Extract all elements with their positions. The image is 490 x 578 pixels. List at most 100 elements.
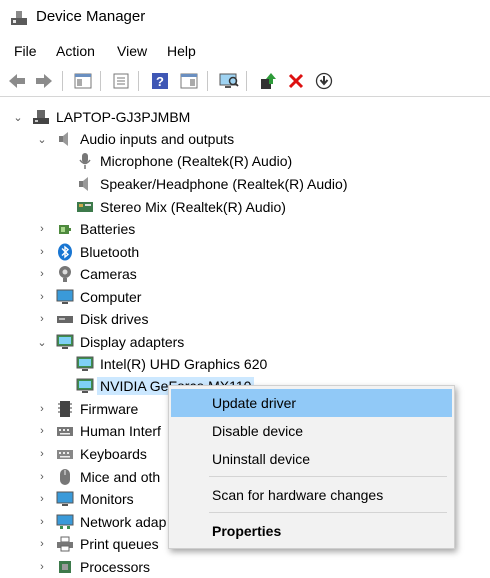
- tree-label: Print queues: [80, 536, 159, 552]
- uninstall-device-menu-item[interactable]: Uninstall device: [171, 445, 452, 473]
- toolbar: ?: [0, 66, 490, 97]
- tree-label: Batteries: [80, 221, 136, 237]
- expand-icon[interactable]: ›: [36, 403, 48, 415]
- tree-category-print-queues[interactable]: › Print queues: [36, 533, 159, 555]
- tree-device-stereo-mix[interactable]: Stereo Mix (Realtek(R) Audio): [76, 196, 286, 218]
- tree-category-human-interface[interactable]: › Human Interf: [36, 420, 161, 442]
- firmware-chip-icon: [56, 400, 74, 418]
- window-title: Device Manager: [36, 8, 146, 25]
- tree-label: Human Interf: [80, 423, 161, 439]
- tree-category-display-adapters[interactable]: ⌄ Display adapters: [36, 331, 184, 353]
- expand-icon[interactable]: ›: [36, 246, 48, 258]
- tree-category-audio[interactable]: ⌄ Audio inputs and outputs: [36, 128, 234, 150]
- display-adapter-icon: [56, 333, 74, 351]
- context-menu: Update driver Disable device Uninstall d…: [168, 385, 455, 549]
- expand-icon[interactable]: ›: [36, 493, 48, 505]
- expand-icon[interactable]: ›: [36, 223, 48, 235]
- scan-hardware-menu-item[interactable]: Scan for hardware changes: [171, 481, 452, 509]
- toolbar-separator: [207, 71, 208, 91]
- network-adapter-icon: [56, 513, 74, 531]
- toolbar-separator: [62, 71, 63, 91]
- expand-icon[interactable]: ›: [36, 268, 48, 280]
- tree-category-disk-drives[interactable]: › Disk drives: [36, 308, 148, 330]
- tree-label: Microphone (Realtek(R) Audio): [100, 153, 293, 169]
- tree-category-mice[interactable]: › Mice and oth: [36, 466, 160, 488]
- collapse-icon[interactable]: ⌄: [36, 133, 48, 146]
- tree-category-keyboards[interactable]: › Keyboards: [36, 443, 147, 465]
- menu-view[interactable]: View: [117, 43, 147, 59]
- sound-card-icon: [76, 198, 94, 216]
- expand-icon[interactable]: ›: [36, 448, 48, 460]
- tree-category-bluetooth[interactable]: › Bluetooth: [36, 241, 139, 263]
- processor-icon: [56, 558, 74, 576]
- back-icon[interactable]: [6, 70, 28, 92]
- disable-device-menu-item[interactable]: Disable device: [171, 417, 452, 445]
- battery-icon: [56, 220, 74, 238]
- tree-label: Computer: [80, 289, 142, 305]
- collapse-icon[interactable]: ⌄: [36, 336, 48, 349]
- tree-category-network-adapters[interactable]: › Network adap: [36, 511, 166, 533]
- toolbar-separator: [100, 71, 101, 91]
- toolbar-separator: [246, 71, 247, 91]
- keyboard-icon: [56, 445, 74, 463]
- tree-label: Audio inputs and outputs: [80, 131, 235, 147]
- tree-category-batteries[interactable]: › Batteries: [36, 218, 135, 240]
- svg-text:?: ?: [156, 74, 164, 89]
- mouse-icon: [56, 468, 74, 486]
- update-driver-icon[interactable]: [257, 70, 279, 92]
- tree-label: Monitors: [80, 491, 134, 507]
- expand-icon[interactable]: ›: [36, 516, 48, 528]
- tree-category-cameras[interactable]: › Cameras: [36, 263, 137, 285]
- tree-device-microphone[interactable]: Microphone (Realtek(R) Audio): [76, 150, 292, 172]
- tree-device-intel-gpu[interactable]: Intel(R) UHD Graphics 620: [76, 353, 267, 375]
- tree-device-speaker[interactable]: Speaker/Headphone (Realtek(R) Audio): [76, 173, 347, 195]
- properties-menu-item[interactable]: Properties: [171, 517, 452, 545]
- tree-label: Firmware: [80, 401, 139, 417]
- microphone-icon: [76, 152, 94, 170]
- tree-category-firmware[interactable]: › Firmware: [36, 398, 138, 420]
- uninstall-icon[interactable]: [285, 70, 307, 92]
- tree-category-processors[interactable]: › Processors: [36, 556, 150, 578]
- display-adapter-icon: [76, 377, 94, 395]
- toolbar-separator: [138, 71, 139, 91]
- speaker-icon: [76, 175, 94, 193]
- menu-file[interactable]: File: [14, 43, 37, 59]
- expand-icon[interactable]: ›: [36, 425, 48, 437]
- title-bar: Device Manager: [0, 0, 490, 36]
- tree-label: LAPTOP-GJ3PJMBM: [56, 109, 191, 125]
- expand-icon[interactable]: ›: [36, 313, 48, 325]
- tree-label: Disk drives: [80, 311, 149, 327]
- tree-label: Bluetooth: [80, 244, 140, 260]
- computer-icon: [32, 108, 50, 126]
- show-hide-tree-icon[interactable]: [72, 70, 94, 92]
- menu-bar: File Action View Help: [0, 40, 490, 64]
- display-adapter-icon: [76, 355, 94, 373]
- forward-icon[interactable]: [33, 70, 55, 92]
- tree-label: Display adapters: [80, 334, 185, 350]
- tree-category-monitors[interactable]: › Monitors: [36, 488, 134, 510]
- expand-icon[interactable]: ›: [36, 471, 48, 483]
- menu-help[interactable]: Help: [167, 43, 196, 59]
- properties-icon[interactable]: [110, 70, 132, 92]
- update-driver-menu-item[interactable]: Update driver: [171, 389, 452, 417]
- monitor-icon: [56, 288, 74, 306]
- tree-label: Cameras: [80, 266, 137, 282]
- scan-monitor-icon[interactable]: [218, 70, 240, 92]
- tree-label: Mice and oth: [80, 469, 161, 485]
- menu-separator: [209, 476, 447, 477]
- menu-action[interactable]: Action: [56, 43, 95, 59]
- collapse-icon[interactable]: ⌄: [12, 111, 24, 124]
- monitor-icon: [56, 490, 74, 508]
- download-icon[interactable]: [313, 70, 335, 92]
- tree-category-computer[interactable]: › Computer: [36, 286, 141, 308]
- expand-icon[interactable]: ›: [36, 561, 48, 573]
- tree-root[interactable]: ⌄ LAPTOP-GJ3PJMBM: [12, 106, 190, 128]
- printer-icon: [56, 535, 74, 553]
- view-icon[interactable]: [178, 70, 200, 92]
- expand-icon[interactable]: ›: [36, 538, 48, 550]
- help-icon[interactable]: ?: [149, 70, 171, 92]
- tree-label: Keyboards: [80, 446, 147, 462]
- tree-label: Speaker/Headphone (Realtek(R) Audio): [100, 176, 348, 192]
- tree-label: Intel(R) UHD Graphics 620: [100, 356, 268, 372]
- expand-icon[interactable]: ›: [36, 291, 48, 303]
